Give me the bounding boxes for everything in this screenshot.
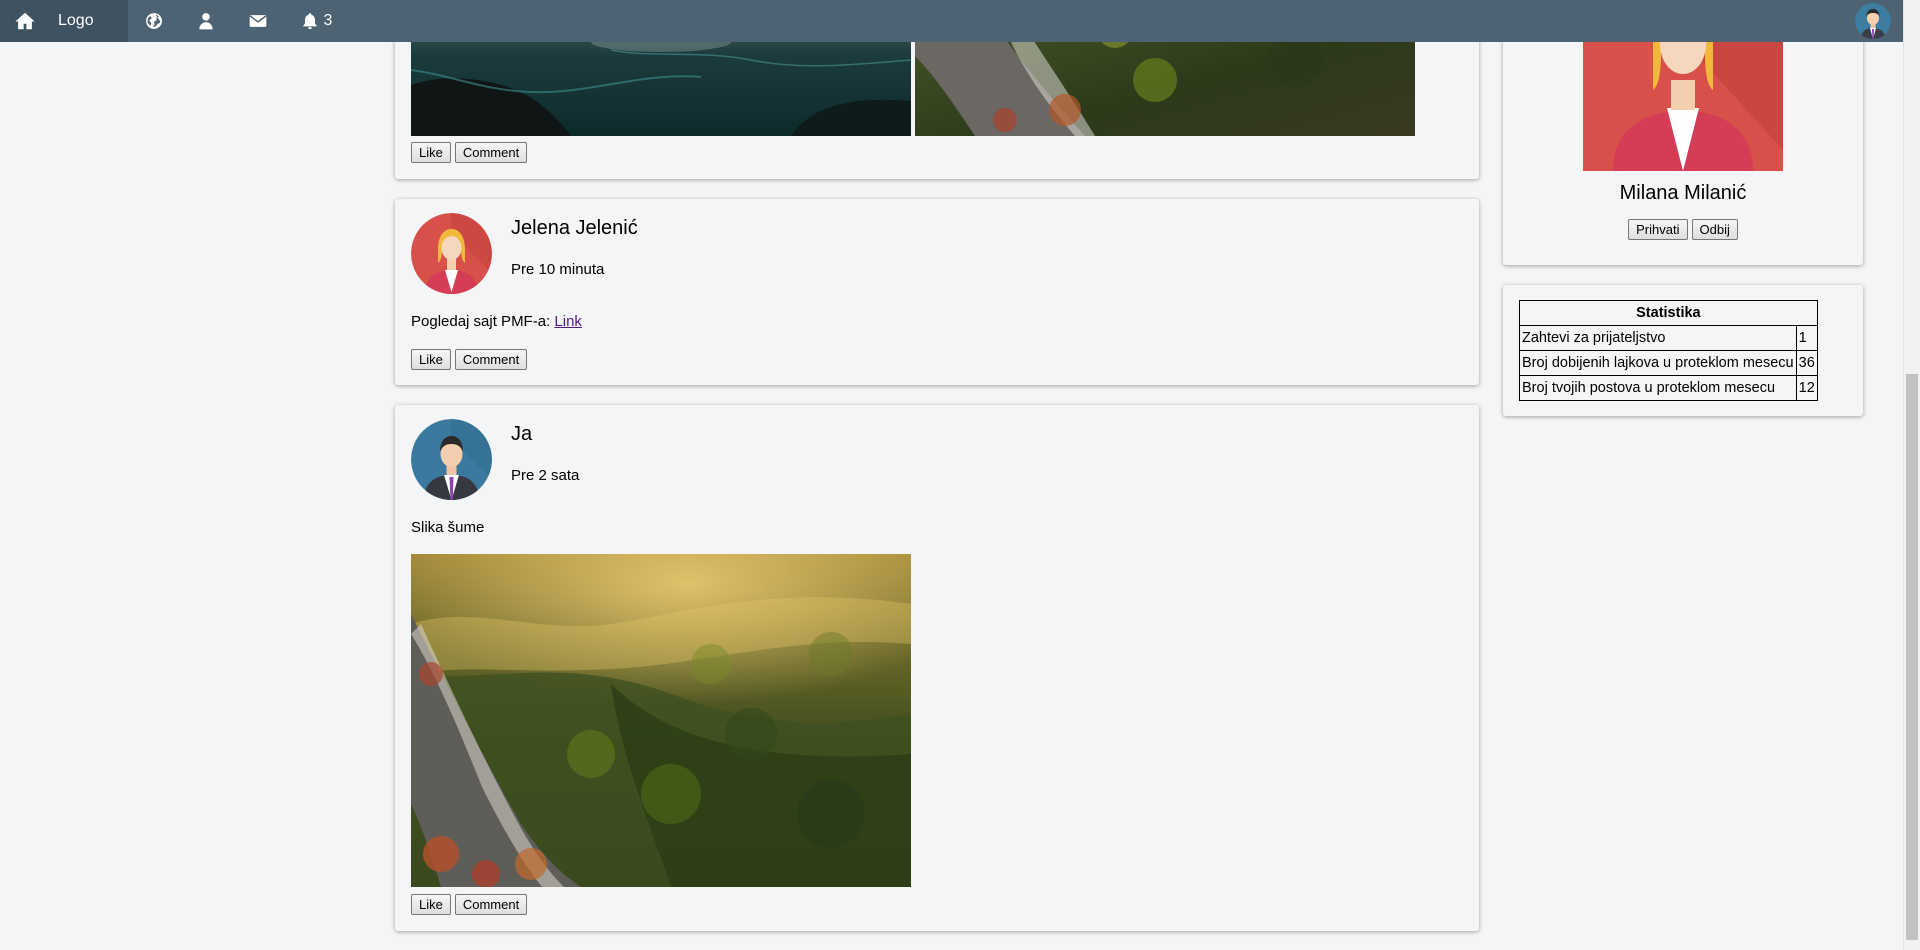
bell-icon xyxy=(302,13,317,30)
stats-label: Broj tvojih postova u proteklom mesecu xyxy=(1519,375,1797,401)
accept-button[interactable]: Prihvati xyxy=(1628,219,1688,240)
globe-button[interactable] xyxy=(128,0,180,42)
stats-value: 36 xyxy=(1795,350,1818,376)
comment-button[interactable]: Comment xyxy=(454,142,528,163)
stats-label: Zahtevi za prijateljstvo xyxy=(1519,325,1797,351)
friend-request-actions: Prihvati Odbij xyxy=(1503,219,1863,240)
like-button[interactable]: Like xyxy=(411,142,451,163)
user-avatar[interactable] xyxy=(1855,3,1891,39)
post-link[interactable]: Link xyxy=(554,313,582,330)
reject-button[interactable]: Odbij xyxy=(1691,219,1738,240)
author-avatar[interactable] xyxy=(411,213,492,294)
top-navbar: Logo 3 xyxy=(0,0,1903,42)
notification-count: 3 xyxy=(323,12,333,29)
stats-label: Broj dobijenih lajkova u proteklom mesec… xyxy=(1519,350,1797,376)
post-text-content: Pogledaj sajt PMF-a: xyxy=(411,313,555,330)
user-icon xyxy=(199,13,213,30)
post-actions: Like Comment xyxy=(411,349,528,370)
page-scrollbar[interactable] xyxy=(1903,0,1920,950)
messages-button[interactable] xyxy=(232,0,284,42)
profile-button[interactable] xyxy=(180,0,232,42)
stats-row: Broj dobijenih lajkova u proteklom mesec… xyxy=(1519,350,1818,376)
stats-value: 1 xyxy=(1795,325,1818,351)
comment-button[interactable]: Comment xyxy=(454,894,528,915)
stats-row: Zahtevi za prijateljstvo 1 xyxy=(1519,325,1818,351)
post-actions: Like Comment xyxy=(411,894,528,915)
friend-request-name[interactable]: Milana Milanić xyxy=(1503,182,1863,205)
post-time: Pre 2 sata xyxy=(511,467,580,484)
home-icon xyxy=(15,12,35,30)
stats-row: Broj tvojih postova u proteklom mesecu 1… xyxy=(1519,375,1818,401)
post-images xyxy=(411,554,911,887)
author-avatar[interactable] xyxy=(411,419,492,500)
post-text: Slika šume xyxy=(411,519,485,536)
post-time: Pre 10 minuta xyxy=(511,261,605,278)
globe-icon xyxy=(146,13,162,29)
notifications-button[interactable]: 3 xyxy=(284,0,348,42)
mail-icon xyxy=(249,15,267,27)
stats-title: Statistika xyxy=(1519,300,1818,326)
post-image-forest[interactable] xyxy=(411,554,911,887)
stats-value: 12 xyxy=(1795,375,1818,401)
like-button[interactable]: Like xyxy=(411,894,451,915)
post-text: Pogledaj sajt PMF-a: Link xyxy=(411,313,582,330)
like-button[interactable]: Like xyxy=(411,349,451,370)
logo[interactable]: Logo xyxy=(58,12,94,30)
post-card: Jelena Jelenić Pre 10 minuta Pogledaj sa… xyxy=(395,199,1479,385)
post-author[interactable]: Ja xyxy=(511,423,532,446)
post-author[interactable]: Jelena Jelenić xyxy=(511,217,638,240)
post-actions: Like Comment xyxy=(411,142,528,163)
post-card: Ja Pre 2 sata Slika šume Like Comment xyxy=(395,405,1479,931)
comment-button[interactable]: Comment xyxy=(454,349,528,370)
home-link[interactable]: Logo xyxy=(0,0,128,42)
stats-card: Statistika Zahtevi za prijateljstvo 1 Br… xyxy=(1503,285,1863,416)
stats-table: Statistika Zahtevi za prijateljstvo 1 Br… xyxy=(1519,300,1818,401)
scrollbar-thumb[interactable] xyxy=(1906,374,1918,940)
